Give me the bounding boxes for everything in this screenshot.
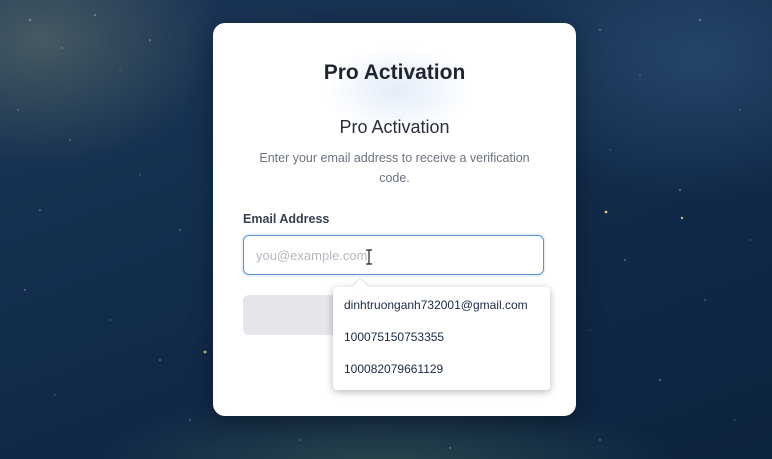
email-input[interactable] — [243, 235, 544, 275]
autocomplete-dropdown: dinhtruonganh732001@gmail.com 1000751507… — [333, 287, 550, 390]
brand-title: Pro Activation — [323, 61, 466, 84]
autocomplete-option[interactable]: 100075150753355 — [333, 323, 550, 355]
page-heading: Pro Activation — [339, 117, 450, 137]
autocomplete-option[interactable]: 100082079661129 — [333, 355, 550, 387]
autocomplete-option[interactable]: dinhtruonganh732001@gmail.com — [333, 291, 550, 323]
email-label: Email Address — [243, 212, 330, 226]
text-cursor-icon — [366, 249, 372, 265]
instructions-text: Enter your email address to receive a ve… — [259, 151, 530, 185]
